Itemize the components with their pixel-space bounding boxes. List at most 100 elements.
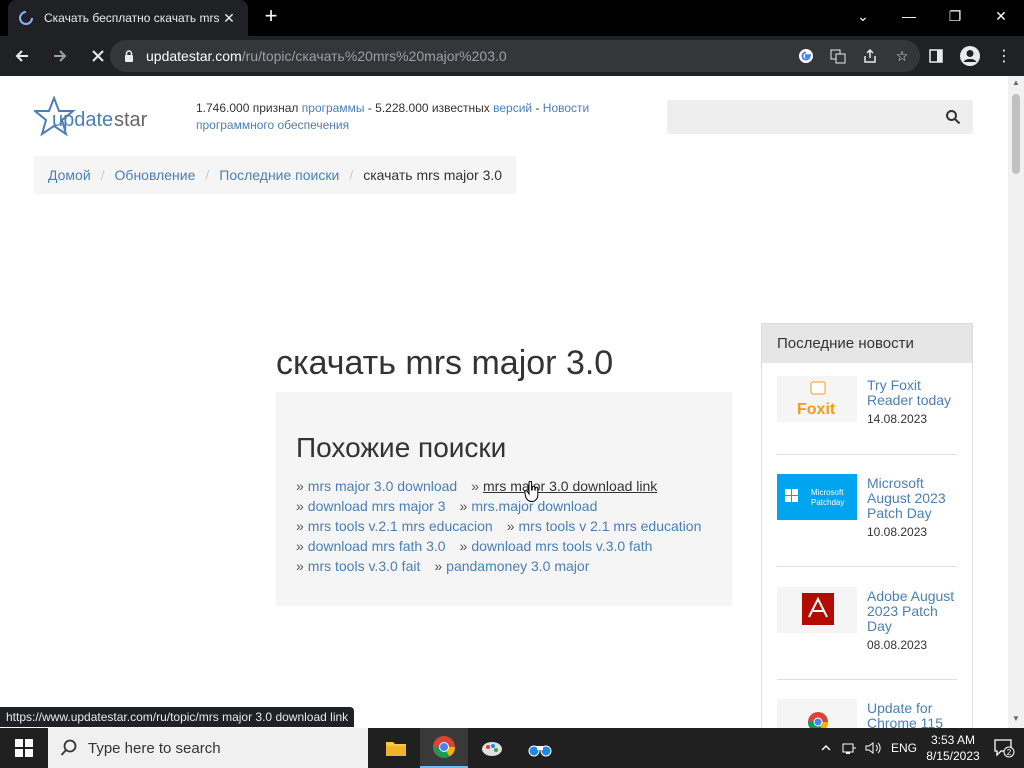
news-item[interactable]: Update for Chrome 115 xyxy=(777,699,957,728)
tab-close-icon[interactable]: ✕ xyxy=(220,10,238,27)
breadcrumb-updates[interactable]: Обновление xyxy=(115,167,196,183)
scroll-down-arrow-icon[interactable]: ▼ xyxy=(1008,714,1024,726)
foxit-logo: Foxit xyxy=(777,376,857,422)
news-title[interactable]: Microsoft August 2023 Patch Day xyxy=(867,476,963,521)
breadcrumb-recent-searches[interactable]: Последние поиски xyxy=(219,167,339,183)
news-item[interactable]: Microsoft Patchday Microsoft August 2023… xyxy=(777,474,957,567)
similar-link[interactable]: mrs tools v.2.1 mrs educacion xyxy=(308,518,493,534)
page-scrollbar[interactable]: ▲ ▼ xyxy=(1008,76,1024,728)
tab-search-icon[interactable]: ⌄ xyxy=(840,0,886,32)
similar-searches-list: » mrs major 3.0 download» mrs major 3.0 do… xyxy=(296,476,712,576)
similar-link[interactable]: download mrs major 3 xyxy=(308,498,446,514)
taskbar-chrome[interactable] xyxy=(420,728,468,768)
breadcrumb-current: скачать mrs major 3.0 xyxy=(363,167,503,183)
notification-count: 2 xyxy=(1007,748,1012,757)
browser-tab-strip: Скачать бесплатно скачать mrs ✕ + ⌄ — ❐ … xyxy=(0,0,1024,36)
address-bar[interactable]: updatestar.com/ru/topic/скачать%20mrs%20… xyxy=(110,40,920,72)
taskbar-app-binoculars[interactable] xyxy=(516,728,564,768)
site-search-input[interactable] xyxy=(667,100,973,134)
forward-button[interactable] xyxy=(44,40,76,72)
bullet: » xyxy=(296,538,304,554)
bullet: » xyxy=(296,558,304,574)
tray-chevron-up-icon[interactable] xyxy=(814,728,838,768)
side-panel-icon[interactable] xyxy=(924,44,948,68)
breadcrumb-home[interactable]: Домой xyxy=(48,167,91,183)
versions-link[interactable]: версий xyxy=(493,101,532,115)
taskbar-file-explorer[interactable] xyxy=(372,728,420,768)
stats-count-programs: 1.746.000 xyxy=(196,101,250,115)
omnibox-actions: ☆ xyxy=(796,40,912,72)
search-icon[interactable] xyxy=(945,109,961,125)
bullet: » xyxy=(296,478,304,494)
network-icon[interactable] xyxy=(838,728,862,768)
scroll-up-arrow-icon[interactable]: ▲ xyxy=(1008,78,1024,90)
news-title[interactable]: Update for Chrome 115 xyxy=(867,701,963,729)
taskbar-app-paint[interactable] xyxy=(468,728,516,768)
tab-title: Скачать бесплатно скачать mrs xyxy=(44,11,220,25)
similar-row: » download mrs fath 3.0» download mrs tool… xyxy=(296,536,712,556)
taskbar-search-placeholder: Type here to search xyxy=(88,739,221,757)
news-item[interactable]: Adobe August 2023 Patch Day 08.08.2023 xyxy=(777,587,957,680)
start-button[interactable] xyxy=(0,728,48,768)
divider xyxy=(777,566,957,567)
similar-row: » download mrs major 3» mrs.major download xyxy=(296,496,712,516)
new-tab-button[interactable]: + xyxy=(260,5,282,28)
similar-link-hovered[interactable]: mrs major 3.0 download link xyxy=(483,478,657,494)
bullet: » xyxy=(459,498,468,514)
share-icon[interactable] xyxy=(860,46,880,66)
action-center-icon[interactable]: 2 xyxy=(984,728,1024,768)
stats-word-recognized: признал xyxy=(252,101,299,115)
similar-link[interactable]: pandamoney 3.0 major xyxy=(446,558,589,574)
breadcrumb-separator: / xyxy=(100,167,105,183)
close-window-button[interactable]: ✕ xyxy=(978,0,1024,32)
google-icon[interactable] xyxy=(796,46,816,66)
svg-text:Foxit: Foxit xyxy=(797,401,836,418)
latest-news-panel: Последние новости Foxit Try Foxit Reader… xyxy=(761,323,973,728)
clock-date: 8/15/2023 xyxy=(926,749,980,763)
translate-icon[interactable] xyxy=(828,46,848,66)
stop-icon xyxy=(92,50,104,62)
adobe-logo xyxy=(777,587,857,633)
stats-count-versions: 5.228.000 xyxy=(375,101,429,115)
news-item[interactable]: Foxit Try Foxit Reader today 14.08.2023 xyxy=(777,376,957,455)
news-title[interactable]: Try Foxit Reader today xyxy=(867,378,963,408)
latest-news-heading: Последние новости xyxy=(762,324,972,363)
bullet: » xyxy=(471,478,479,494)
status-bar-url: https://www.updatestar.com/ru/topic/mrs … xyxy=(0,707,355,727)
back-button[interactable] xyxy=(6,40,38,72)
bullet: » xyxy=(434,558,443,574)
news-title[interactable]: Adobe August 2023 Patch Day xyxy=(867,589,963,634)
updatestar-logo[interactable]: update star xyxy=(34,96,154,138)
bullet: » xyxy=(506,518,515,534)
similar-searches-panel: Похожие поиски » mrs major 3.0 download» m… xyxy=(276,392,732,606)
url-path: /ru/topic/скачать%20mrs%20major%203.0 xyxy=(241,48,507,64)
scrollbar-thumb[interactable] xyxy=(1012,94,1020,174)
breadcrumb: Домой / Обновление / Последние поиски / … xyxy=(34,156,517,194)
news-date: 14.08.2023 xyxy=(867,412,928,426)
microsoft-patchday-logo: Microsoft Patchday xyxy=(777,474,857,520)
url-text: updatestar.com/ru/topic/скачать%20mrs%20… xyxy=(146,48,507,64)
browser-tab[interactable]: Скачать бесплатно скачать mrs ✕ xyxy=(8,0,248,36)
restore-button[interactable]: ❐ xyxy=(932,0,978,32)
similar-row: » mrs tools v.2.1 mrs educacion» mrs tools… xyxy=(296,516,712,536)
similar-link[interactable]: mrs major 3.0 download xyxy=(308,478,457,494)
similar-link[interactable]: download mrs tools v.3.0 fath xyxy=(471,538,652,554)
minimize-button[interactable]: — xyxy=(886,0,932,32)
stats-dash-2: - xyxy=(535,101,540,115)
bookmark-star-icon[interactable]: ☆ xyxy=(892,46,912,66)
input-language[interactable]: ENG xyxy=(886,741,922,755)
windows-logo-icon xyxy=(15,739,33,757)
folder-icon xyxy=(386,742,406,756)
taskbar-search-box[interactable]: Type here to search xyxy=(48,728,368,768)
stats-word-known: известных xyxy=(431,101,490,115)
programs-link[interactable]: программы xyxy=(302,101,365,115)
menu-kebab-icon[interactable]: ⋮ xyxy=(992,44,1016,68)
similar-link[interactable]: download mrs fath 3.0 xyxy=(308,538,446,554)
similar-link[interactable]: mrs tools v 2.1 mrs education xyxy=(519,518,702,534)
similar-link[interactable]: mrs tools v.3.0 fait xyxy=(308,558,421,574)
taskbar-clock[interactable]: 3:53 AM 8/15/2023 xyxy=(922,732,984,764)
chrome-logo xyxy=(777,699,857,728)
profile-avatar-icon[interactable] xyxy=(958,44,982,68)
search-icon xyxy=(60,739,77,756)
volume-icon[interactable] xyxy=(862,728,886,768)
